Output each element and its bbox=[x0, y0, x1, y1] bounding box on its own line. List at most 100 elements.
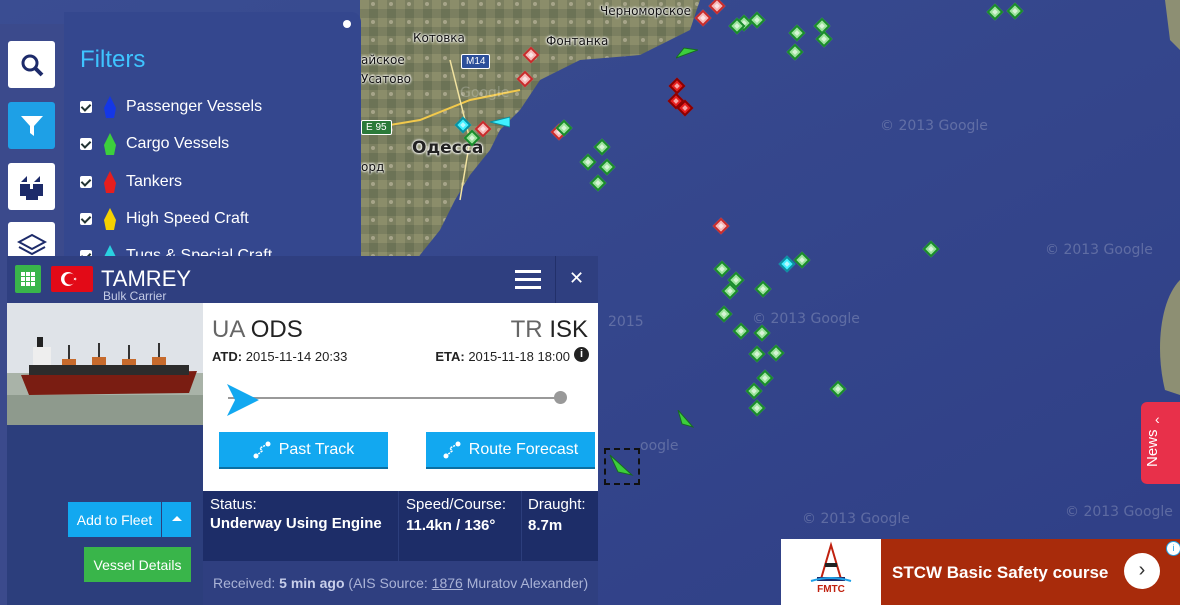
divider bbox=[398, 491, 399, 561]
eta: ETA: 2015-11-18 18:00 bbox=[435, 349, 570, 364]
apps-grid-button[interactable] bbox=[15, 265, 41, 293]
track-icon bbox=[253, 441, 271, 458]
ad-logo-text: FMTC bbox=[817, 584, 845, 595]
origin-port-code: ODS bbox=[250, 316, 303, 343]
filter-cargo-vessels[interactable]: Cargo Vessels bbox=[80, 132, 229, 156]
ad-text[interactable]: STCW Basic Safety course bbox=[892, 563, 1108, 583]
draught-stat: Draught: 8.7m bbox=[528, 496, 586, 534]
vessel-cargo-icon bbox=[104, 133, 116, 155]
filter-high-speed-craft[interactable]: High Speed Craft bbox=[80, 207, 249, 231]
turkey-flag-icon bbox=[51, 266, 93, 292]
filter-label: Tankers bbox=[126, 173, 183, 190]
status-stat: Status: Underway Using Engine bbox=[210, 496, 390, 532]
atd-label: ATD: bbox=[212, 349, 243, 364]
checkbox[interactable] bbox=[80, 101, 92, 113]
filters-title: Filters bbox=[80, 46, 146, 73]
oil-rig-icon bbox=[810, 541, 852, 582]
checkbox[interactable] bbox=[80, 138, 92, 150]
route-panel: UA ODS TR ISK ATD: 2015-11-14 20:33 ETA:… bbox=[203, 303, 598, 491]
divider bbox=[521, 491, 522, 561]
destination-port[interactable]: TR ISK bbox=[511, 316, 588, 344]
ais-source-link[interactable]: 1876 bbox=[432, 575, 463, 591]
close-icon[interactable]: ✕ bbox=[569, 268, 584, 289]
vessel-info-card: TAMREY Bulk Carrier ✕ UA ODS TR ISK ATD: bbox=[7, 256, 598, 605]
speed-course-value: 11.4kn / 136° bbox=[406, 517, 496, 534]
route-forecast-label: Route Forecast bbox=[468, 440, 579, 458]
vessel-card-header: TAMREY Bulk Carrier ✕ bbox=[7, 256, 598, 303]
vessel-details-button[interactable]: Vessel Details bbox=[84, 547, 191, 582]
vessel-passenger-icon bbox=[104, 96, 116, 118]
past-track-label: Past Track bbox=[278, 440, 355, 458]
vessel-highspeed-icon bbox=[104, 208, 116, 230]
ad-info-icon[interactable]: i bbox=[1166, 541, 1180, 556]
filters-panel: Filters Passenger Vessels Cargo Vessels … bbox=[64, 12, 361, 267]
eta-label: ETA: bbox=[435, 349, 465, 364]
route-icon bbox=[443, 441, 461, 458]
vessel-photo[interactable] bbox=[7, 303, 203, 425]
filter-icon bbox=[20, 115, 43, 136]
selected-vessel-marker[interactable] bbox=[604, 448, 640, 485]
map-label-fontanka: Фонтанка bbox=[546, 34, 609, 48]
voyage-destination-dot bbox=[554, 391, 567, 404]
map-label-chernomorskoe: Черноморское bbox=[600, 4, 691, 18]
chevron-left-icon: ‹ bbox=[1155, 411, 1160, 427]
vessel-arrow-cargo[interactable] bbox=[676, 46, 698, 60]
ais-source-name: Muratov Alexander) bbox=[466, 575, 589, 591]
advertisement-banner[interactable]: FMTC STCW Basic Safety course › i bbox=[781, 539, 1180, 605]
road-shield-e95: E 95 bbox=[361, 120, 392, 135]
map-watermark: © 2013 Google bbox=[752, 311, 860, 327]
hamburger-menu-icon[interactable] bbox=[515, 270, 541, 290]
map-watermark: 2015 bbox=[608, 314, 644, 330]
map-watermark: Google bbox=[460, 85, 510, 101]
checkbox[interactable] bbox=[80, 213, 92, 225]
fleets-button[interactable] bbox=[8, 163, 55, 210]
filter-label: Cargo Vessels bbox=[126, 135, 230, 152]
past-track-button[interactable]: Past Track bbox=[219, 432, 388, 467]
origin-country: UA bbox=[212, 316, 245, 343]
map-label-usatovo: Усатово bbox=[361, 72, 412, 86]
status-value: Underway Using Engine bbox=[210, 515, 382, 532]
ad-open-button[interactable]: › bbox=[1124, 553, 1160, 589]
road-shield-m14: M14 bbox=[461, 54, 491, 69]
route-forecast-button[interactable]: Route Forecast bbox=[426, 432, 595, 467]
voyage-progress-arrow-icon bbox=[227, 384, 259, 416]
filters-button[interactable] bbox=[8, 102, 55, 149]
speed-course-label: Speed/Course: bbox=[406, 496, 507, 513]
filter-tankers[interactable]: Tankers bbox=[80, 170, 182, 194]
filter-passenger-vessels[interactable]: Passenger Vessels bbox=[80, 95, 262, 119]
add-to-fleet-button[interactable]: Add to Fleet bbox=[68, 502, 161, 537]
vessel-arrow-tug[interactable] bbox=[490, 116, 510, 128]
received-value: 5 min ago bbox=[279, 575, 345, 591]
map-watermark: © 2013 Google bbox=[880, 118, 988, 134]
received-label: Received: bbox=[213, 575, 276, 591]
checkbox[interactable] bbox=[80, 176, 92, 188]
map-watermark: oogle bbox=[640, 438, 679, 454]
destination-country: TR bbox=[510, 316, 543, 343]
ad-logo: FMTC bbox=[781, 539, 881, 605]
status-label: Status: bbox=[210, 496, 257, 513]
search-button[interactable] bbox=[8, 41, 55, 88]
news-tab[interactable]: ‹ News bbox=[1141, 402, 1180, 484]
map-watermark: © 2013 Google bbox=[802, 511, 910, 527]
voyage-progress-track bbox=[228, 397, 558, 399]
map-label-aiskoe: айское bbox=[361, 53, 405, 67]
panel-handle-dot[interactable] bbox=[343, 20, 351, 28]
vessel-type: Bulk Carrier bbox=[103, 289, 167, 303]
atd: ATD: 2015-11-14 20:33 bbox=[212, 349, 347, 364]
map-watermark: © 2013 Google bbox=[1065, 504, 1173, 520]
fleet-icon bbox=[19, 175, 43, 200]
vessel-tanker-icon bbox=[104, 171, 116, 193]
map-watermark: © 2013 Google bbox=[1045, 242, 1153, 258]
eta-value: 2015-11-18 18:00 bbox=[468, 349, 570, 364]
divider bbox=[555, 256, 556, 303]
ais-source-label: (AIS Source: bbox=[348, 575, 428, 591]
atd-value: 2015-11-14 20:33 bbox=[245, 349, 348, 364]
origin-port[interactable]: UA ODS bbox=[212, 316, 303, 344]
filter-label: High Speed Craft bbox=[126, 210, 249, 227]
info-icon[interactable]: i bbox=[574, 347, 589, 362]
news-label: News bbox=[1144, 429, 1161, 467]
fleet-dropdown-toggle[interactable] bbox=[162, 502, 191, 537]
selected-vessel-icon bbox=[609, 454, 634, 476]
draught-label: Draught: bbox=[528, 496, 586, 513]
vessel-arrow-cargo[interactable] bbox=[676, 410, 694, 430]
